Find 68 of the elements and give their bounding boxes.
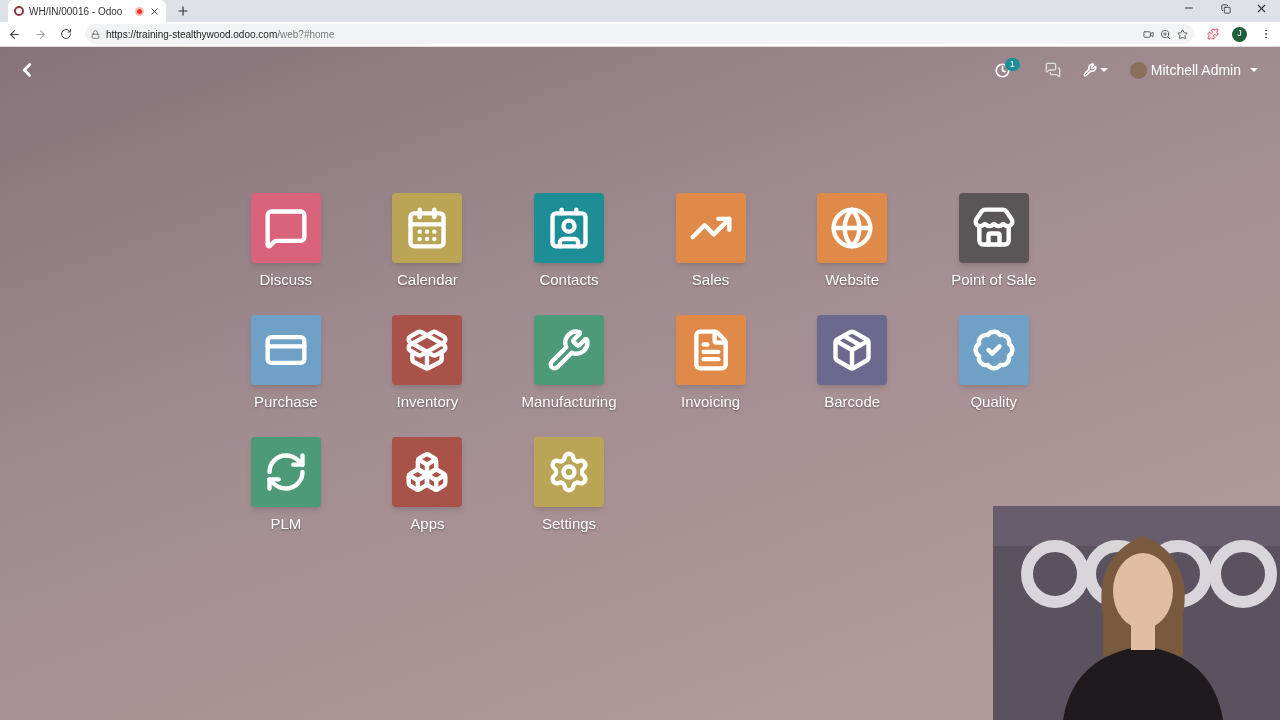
store-icon (971, 206, 1016, 250)
close-window-icon[interactable] (1255, 2, 1268, 15)
camera-icon[interactable] (1143, 28, 1154, 40)
extension-icon[interactable] (1207, 28, 1219, 40)
close-icon[interactable] (149, 5, 160, 17)
app-tile[interactable]: Barcode (781, 315, 923, 437)
app-tile[interactable]: Sales (639, 193, 782, 315)
app-label: Discuss (259, 270, 313, 290)
back-icon[interactable] (8, 27, 21, 41)
activity-count-badge: 1 (1004, 58, 1020, 71)
app-label: Settings (541, 514, 597, 534)
app-label: PLM (270, 514, 302, 534)
app-tile[interactable]: Website (781, 193, 923, 315)
app-label: Manufacturing (521, 392, 617, 412)
recording-icon (135, 6, 144, 16)
user-name: Mitchell Admin (1150, 60, 1241, 80)
open-box-icon (405, 328, 450, 372)
chat-icon[interactable] (1044, 62, 1061, 78)
url-text: https://training-stealthywood.odoo.com/web?#home (106, 27, 336, 42)
app-tile[interactable]: Discuss (215, 193, 357, 315)
lock-icon (91, 29, 100, 39)
user-menu[interactable]: Mitchell Admin (1129, 59, 1258, 81)
address-bar[interactable]: https://training-stealthywood.odoo.com/web?#home (85, 24, 1194, 44)
speech-bubble-icon (263, 206, 308, 250)
profile-avatar[interactable]: J (1232, 26, 1247, 42)
app-label: Barcode (824, 392, 881, 412)
app-label: Contacts (539, 270, 599, 290)
app-tile[interactable]: Invoicing (639, 315, 782, 437)
app-tile[interactable]: Contacts (498, 193, 640, 315)
app-tile[interactable]: Settings (498, 437, 640, 559)
settings-icon (547, 450, 591, 494)
app-label: Apps (410, 514, 445, 534)
app-label: Purchase (254, 392, 318, 412)
activity-icon[interactable] (994, 62, 1010, 78)
new-tab-icon[interactable] (176, 4, 190, 18)
tab-title: WH/IN/00016 - Odoo (29, 4, 124, 19)
app-label: Sales (691, 270, 730, 290)
app-label: Inventory (396, 392, 459, 412)
forward-icon[interactable] (34, 27, 47, 41)
address-book-icon (547, 206, 591, 250)
app-tile[interactable]: Purchase (215, 315, 357, 437)
app-label: Invoicing (680, 392, 741, 412)
browser-tab[interactable]: WH/IN/00016 - Odoo (8, 0, 166, 22)
odoo-favicon-icon (14, 6, 24, 16)
app-label: Quality (970, 392, 1018, 412)
app-label: Calendar (396, 270, 458, 290)
caret-icon (1099, 68, 1108, 72)
app-label: Point of Sale (951, 270, 1037, 290)
app-tile[interactable]: Inventory (356, 315, 499, 437)
cubes-icon (405, 450, 450, 494)
debug-menu[interactable] (1082, 63, 1108, 77)
app-tile[interactable]: Quality (922, 315, 1065, 437)
app-tile[interactable]: PLM (215, 437, 357, 559)
zoom-icon[interactable] (1160, 28, 1171, 40)
app-tile[interactable]: Manufacturing (498, 315, 640, 437)
app-tile[interactable]: Apps (356, 437, 499, 559)
app-tile[interactable]: Calendar (356, 193, 499, 315)
badge-check-icon (971, 328, 1016, 372)
globe-icon (830, 206, 875, 250)
app-label: Website (825, 270, 880, 290)
app-tile[interactable]: Point of Sale (922, 193, 1065, 315)
reload-icon[interactable] (60, 28, 72, 40)
avatar-icon (1129, 61, 1147, 79)
bookmark-star-icon[interactable] (1177, 28, 1188, 40)
tools-icon (1082, 63, 1097, 77)
wrench-icon (547, 328, 591, 372)
caret-icon (1250, 68, 1258, 72)
restore-icon[interactable] (1221, 4, 1231, 14)
